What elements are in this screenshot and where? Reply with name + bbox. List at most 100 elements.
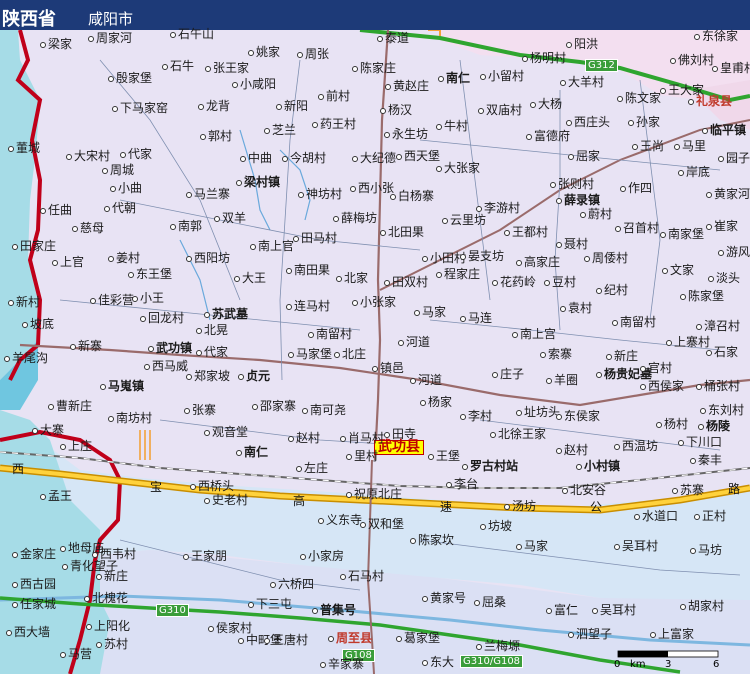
place-label[interactable]: 普集号 bbox=[312, 604, 356, 617]
place-label[interactable]: 崔家 bbox=[706, 220, 738, 233]
place-label[interactable]: 新村 bbox=[8, 296, 40, 309]
place-label[interactable]: 牛村 bbox=[436, 120, 468, 133]
place-label[interactable]: 蔚村 bbox=[580, 208, 612, 221]
place-label[interactable]: 高家庄 bbox=[516, 256, 560, 269]
place-label[interactable]: 王都村 bbox=[504, 226, 548, 239]
place-label[interactable]: 南上官 bbox=[250, 240, 294, 253]
place-label[interactable]: 西侯家 bbox=[640, 380, 684, 393]
place-label[interactable]: 杨汉 bbox=[380, 104, 412, 117]
place-label[interactable]: 坊坡 bbox=[480, 520, 512, 533]
place-label[interactable]: 北田果 bbox=[380, 226, 424, 239]
place-label[interactable]: 梁家 bbox=[40, 38, 72, 51]
place-label[interactable]: 董城 bbox=[8, 142, 40, 155]
place-label[interactable]: 下川口 bbox=[678, 436, 722, 449]
place-label[interactable]: 郑家坡 bbox=[186, 370, 230, 383]
place-label[interactable]: 田双村 bbox=[384, 276, 428, 289]
place-label[interactable]: 今胡村 bbox=[282, 152, 326, 165]
place-label[interactable]: 西庄头 bbox=[566, 116, 610, 129]
place-label[interactable]: 佳彩营 bbox=[90, 294, 134, 307]
place-label[interactable]: 大纪德 bbox=[352, 152, 396, 165]
place-label[interactable]: 马坊 bbox=[690, 544, 722, 557]
place-label[interactable]: 王唐村 bbox=[264, 634, 308, 647]
place-label[interactable]: 田马村 bbox=[293, 232, 337, 245]
place-label[interactable]: 北家 bbox=[336, 272, 368, 285]
place-label[interactable]: 纪村 bbox=[596, 284, 628, 297]
place-label[interactable]: 杨家 bbox=[420, 396, 452, 409]
place-label[interactable]: 富德府 bbox=[526, 130, 570, 143]
place-label[interactable]: 肖马村 bbox=[340, 432, 384, 445]
place-label[interactable]: 南留村 bbox=[308, 328, 352, 341]
place-label[interactable]: 屈家 bbox=[568, 150, 600, 163]
place-label[interactable]: 北徐王家 bbox=[490, 428, 546, 441]
place-label[interactable]: 苏武墓 bbox=[204, 308, 248, 321]
place-label[interactable]: 北槐花 bbox=[84, 592, 128, 605]
place-label[interactable]: 正村 bbox=[694, 510, 726, 523]
place-label[interactable]: 罗古村站 bbox=[462, 460, 518, 473]
place-label[interactable]: 薛录镇 bbox=[556, 194, 600, 207]
place-label[interactable]: 周倭村 bbox=[584, 252, 628, 265]
place-label[interactable]: 新寨 bbox=[70, 340, 102, 353]
place-label[interactable]: 西小张 bbox=[350, 182, 394, 195]
place-label[interactable]: 兰梅塬 bbox=[476, 640, 520, 653]
place-label[interactable]: 张王家 bbox=[205, 62, 249, 75]
place-label[interactable]: 金家庄 bbox=[12, 548, 56, 561]
place-label[interactable]: 小张家 bbox=[352, 296, 396, 309]
place-label[interactable]: 观音堂 bbox=[204, 426, 248, 439]
place-label[interactable]: 小村镇 bbox=[576, 460, 620, 473]
place-label[interactable]: 西大墙 bbox=[6, 626, 50, 639]
place-label[interactable]: 王堡 bbox=[428, 450, 460, 463]
place-label[interactable]: 南仁 bbox=[236, 446, 268, 459]
place-label[interactable]: 羊尾沟 bbox=[4, 352, 48, 365]
place-label[interactable]: 南郭 bbox=[170, 220, 202, 233]
place-label[interactable]: 南仁 bbox=[438, 72, 470, 85]
place-label[interactable]: 镇邑 bbox=[372, 362, 404, 375]
place-label[interactable]: 前村 bbox=[318, 90, 350, 103]
place-label[interactable]: 王尚 bbox=[632, 140, 664, 153]
place-label[interactable]: 南坊村 bbox=[108, 412, 152, 425]
place-label[interactable]: 任家城 bbox=[12, 598, 56, 611]
place-label[interactable]: 坡底 bbox=[22, 318, 54, 331]
place-label[interactable]: 下三屯 bbox=[248, 598, 292, 611]
place-label[interactable]: 小咸阳 bbox=[232, 78, 276, 91]
place-label[interactable]: 花药岭 bbox=[492, 276, 536, 289]
place-label[interactable]: 里村 bbox=[346, 450, 378, 463]
place-label[interactable]: 东刘村 bbox=[700, 404, 744, 417]
place-label[interactable]: 皇甫村 bbox=[712, 62, 750, 75]
place-label[interactable]: 游风 bbox=[718, 246, 750, 259]
place-label[interactable]: 富仁 bbox=[546, 604, 578, 617]
place-label[interactable]: 西天堡 bbox=[396, 150, 440, 163]
place-label[interactable]: 孙家 bbox=[628, 116, 660, 129]
place-label[interactable]: 葛家堡 bbox=[396, 632, 440, 645]
place-label[interactable]: 龙背 bbox=[198, 100, 230, 113]
place-label[interactable]: 南上宫 bbox=[512, 328, 556, 341]
place-label[interactable]: 桶张村 bbox=[696, 380, 740, 393]
place-label[interactable]: 代家 bbox=[120, 148, 152, 161]
place-label[interactable]: 杨明村 bbox=[522, 52, 566, 65]
place-label[interactable]: 小王 bbox=[132, 292, 164, 305]
place-label[interactable]: 代家 bbox=[196, 346, 228, 359]
place-label[interactable]: 东侯家 bbox=[556, 410, 600, 423]
place-label[interactable]: 庄子 bbox=[492, 368, 524, 381]
place-label[interactable]: 泰道 bbox=[377, 32, 409, 45]
place-label[interactable]: 东王堡 bbox=[128, 268, 172, 281]
place-label[interactable]: 屈桑 bbox=[474, 596, 506, 609]
place-label[interactable]: 豆村 bbox=[544, 276, 576, 289]
place-label[interactable]: 郭村 bbox=[200, 130, 232, 143]
place-label[interactable]: 贞元 bbox=[238, 370, 270, 383]
place-label[interactable]: 小留村 bbox=[480, 70, 524, 83]
place-label[interactable]: 殷家堡 bbox=[108, 72, 152, 85]
place-label[interactable]: 召首村 bbox=[615, 222, 659, 235]
place-label[interactable]: 马家 bbox=[414, 306, 446, 319]
place-label[interactable]: 陈文家 bbox=[617, 92, 661, 105]
place-label[interactable]: 黄家河 bbox=[706, 188, 750, 201]
place-label[interactable]: 新阳 bbox=[276, 100, 308, 113]
place-label[interactable]: 马连 bbox=[460, 312, 492, 325]
place-label[interactable]: 陈家堡 bbox=[680, 290, 724, 303]
place-label[interactable]: 秦丰 bbox=[690, 454, 722, 467]
place-label[interactable]: 作四 bbox=[620, 182, 652, 195]
place-label[interactable]: 双庙村 bbox=[478, 104, 522, 117]
place-label[interactable]: 姚家 bbox=[248, 46, 280, 59]
place-label[interactable]: 上官 bbox=[52, 256, 84, 269]
place-label[interactable]: 祝原北庄 bbox=[346, 488, 402, 501]
place-label[interactable]: 义东寺 bbox=[318, 514, 362, 527]
